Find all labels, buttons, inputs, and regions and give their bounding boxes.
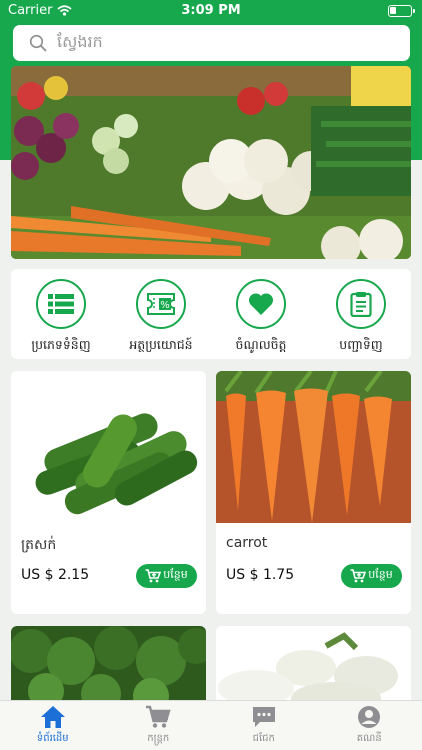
tab-cart[interactable]: កន្ត្រក xyxy=(106,701,212,750)
product-price: US $ 1.75 xyxy=(226,567,295,583)
promo-banner[interactable] xyxy=(11,66,411,259)
carrot-photo xyxy=(216,371,411,523)
add-to-cart-button[interactable]: បន្ថែម xyxy=(341,564,402,588)
category-icon-ring xyxy=(336,279,386,329)
product-name: ត្រសក់ xyxy=(21,537,57,553)
cart-icon xyxy=(350,569,367,583)
tab-label: គណនី xyxy=(356,733,382,744)
category-item-benefits[interactable]: % អត្ថប្រយោជន៍ xyxy=(111,269,211,359)
product-card-carrot[interactable]: carrot US $ 1.75 បន្ថែម xyxy=(216,371,411,614)
category-shortcuts: ប្រភេទទំនិញ % អត្ថប្រយោជន៍ ចំណូលចិត្ត បញ… xyxy=(11,269,411,359)
product-image xyxy=(216,371,411,523)
tab-account[interactable]: គណនី xyxy=(317,701,422,750)
category-label: ប្រភេទទំនិញ xyxy=(31,337,91,352)
cart-icon xyxy=(145,569,162,583)
add-button-label: បន្ថែម xyxy=(163,568,188,581)
clock: 3:09 PM xyxy=(181,3,241,18)
product-card-eggplant[interactable] xyxy=(216,626,411,706)
category-icon-ring xyxy=(36,279,86,329)
product-price: US $ 2.15 xyxy=(21,567,90,583)
percent-ticket-icon: % xyxy=(147,293,175,315)
search-bar[interactable]: ស្វែងរក xyxy=(13,25,410,61)
search-icon xyxy=(29,34,47,52)
category-icon-ring xyxy=(236,279,286,329)
tab-label: កន្ត្រក xyxy=(147,733,170,744)
tab-home[interactable]: ទំព័រដើម xyxy=(0,701,106,750)
add-to-cart-button[interactable]: បន្ថែម xyxy=(136,564,197,588)
cart-icon xyxy=(146,705,171,728)
svg-text:%: % xyxy=(160,300,170,311)
category-item-favorites[interactable]: ចំណូលចិត្ត xyxy=(211,269,311,359)
tab-chat[interactable]: ជជែក xyxy=(211,701,317,750)
eggplant-photo xyxy=(216,626,411,706)
vegetable-market-photo xyxy=(11,66,411,259)
category-item-product-types[interactable]: ប្រភេទទំនិញ xyxy=(11,269,111,359)
home-icon xyxy=(40,706,65,728)
product-card-broccoli[interactable] xyxy=(11,626,206,706)
product-card-cucumber[interactable]: ត្រសក់ US $ 2.15 បន្ថែម xyxy=(11,371,206,614)
product-name: carrot xyxy=(226,535,268,551)
list-icon xyxy=(48,294,74,314)
search-input[interactable]: ស្វែងរក xyxy=(57,31,103,55)
product-image xyxy=(11,371,206,523)
category-label: ចំណូលចិត្ត xyxy=(235,337,287,352)
category-label: អត្ថប្រយោជន៍ xyxy=(129,337,193,352)
account-icon xyxy=(358,706,381,728)
bottom-tab-bar: ទំព័រដើម កន្ត្រក ជជែក គណនី xyxy=(0,700,422,750)
status-bar: Carrier 3:09 PM xyxy=(0,0,422,22)
category-icon-ring: % xyxy=(136,279,186,329)
add-button-label: បន្ថែម xyxy=(368,568,393,581)
category-label: បញ្ជាទិញ xyxy=(339,337,383,352)
battery-icon xyxy=(388,5,415,17)
tab-label: ជជែក xyxy=(252,733,275,744)
product-image xyxy=(11,626,206,706)
tab-label: ទំព័រដើម xyxy=(36,733,69,744)
heart-icon xyxy=(248,293,274,315)
chat-icon xyxy=(252,707,275,727)
category-item-orders[interactable]: បញ្ជាទិញ xyxy=(311,269,411,359)
clipboard-icon xyxy=(350,292,372,317)
cucumber-photo xyxy=(11,371,206,523)
product-image xyxy=(216,626,411,706)
broccoli-photo xyxy=(11,626,206,706)
